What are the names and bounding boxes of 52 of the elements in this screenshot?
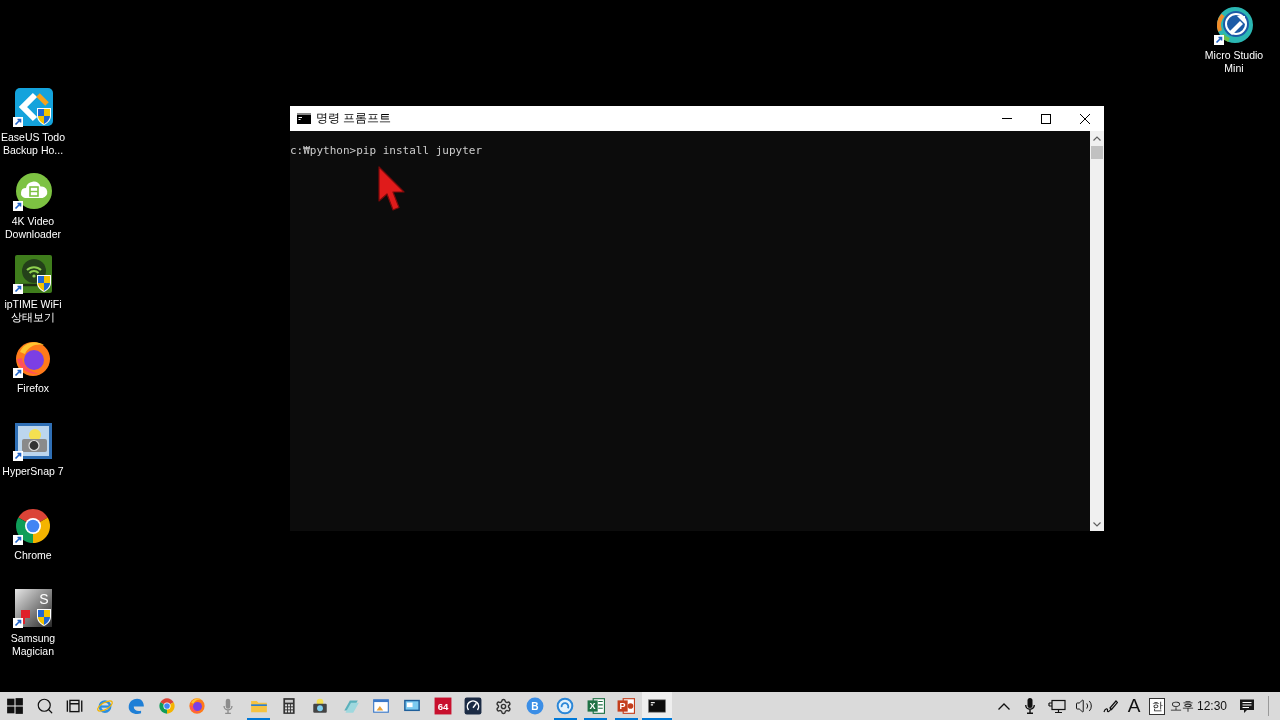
pencil-circle-icon[interactable] [1214,6,1254,46]
scrollbar[interactable] [1090,131,1104,531]
speech-bubble-icon [1239,698,1255,714]
number-tile-icon: 64 [433,697,452,715]
swirl-circle-icon [556,697,575,715]
settings-icon [495,697,513,715]
camera-icon [310,697,329,715]
desktop-icon-label[interactable]: Samsung Magician [0,632,67,658]
console-icon [297,113,311,124]
taskbar-app-button[interactable]: 64 [427,692,458,720]
chevron-shield-icon[interactable] [13,88,53,128]
caret-down-icon [1093,521,1101,527]
camera-icon[interactable] [13,422,53,462]
desktop-icon-label[interactable]: Micro Studio Mini [1200,49,1268,75]
input-mode-button[interactable]: A [1123,692,1145,720]
pointer-icon [378,166,406,212]
task-view-icon [66,697,84,715]
letter-circle-icon: B [525,697,544,715]
fox-globe-icon [188,697,207,715]
wave-logo-icon [127,697,145,715]
paper-stack-icon [341,697,360,715]
caret-up-icon [1093,135,1101,141]
desktop-icon-label[interactable]: Firefox [0,381,67,395]
picture-window-icon [372,697,391,715]
clock-button[interactable]: 오후 12:30 [1169,692,1231,720]
letter-shield-tile-icon[interactable]: S [13,589,53,629]
desktop-icon-label[interactable]: EaseUS Todo Backup Ho... [0,131,67,157]
close-icon [1079,113,1090,124]
gauge-icon [464,697,483,715]
taskbar-app-button[interactable] [641,692,673,720]
desktop-icon-label[interactable]: HyperSnap 7 [0,465,67,478]
microphone-icon [1025,698,1035,714]
desktop-icon-label[interactable]: Chrome [0,548,67,562]
ime-mode-button[interactable]: 한 [1149,697,1165,715]
volume-icon [1074,697,1093,715]
start-icon [6,697,24,715]
console-icon [648,697,667,715]
scrollbar-thumb[interactable] [1091,146,1103,159]
e-orbit-icon [96,697,115,715]
chevron-up-icon [998,702,1010,710]
search-icon [36,697,54,715]
console-line: c:₩python>pip install jupyter [290,144,484,158]
network-icon [1047,698,1066,714]
minimize-icon [1001,118,1012,119]
cloud-film-icon[interactable] [13,171,53,212]
wifi-shield-icon[interactable] [13,255,53,295]
window-title: 명령 프롬프트 [316,110,393,127]
pen-icon [1102,698,1118,714]
browser-logo-icon [157,697,176,715]
maximize-icon [1040,113,1051,124]
desktop-icon-label[interactable]: 4K Video Downloader [0,214,67,241]
desktop-icon-label[interactable]: ipTIME WiFi 상태보기 [0,298,67,324]
